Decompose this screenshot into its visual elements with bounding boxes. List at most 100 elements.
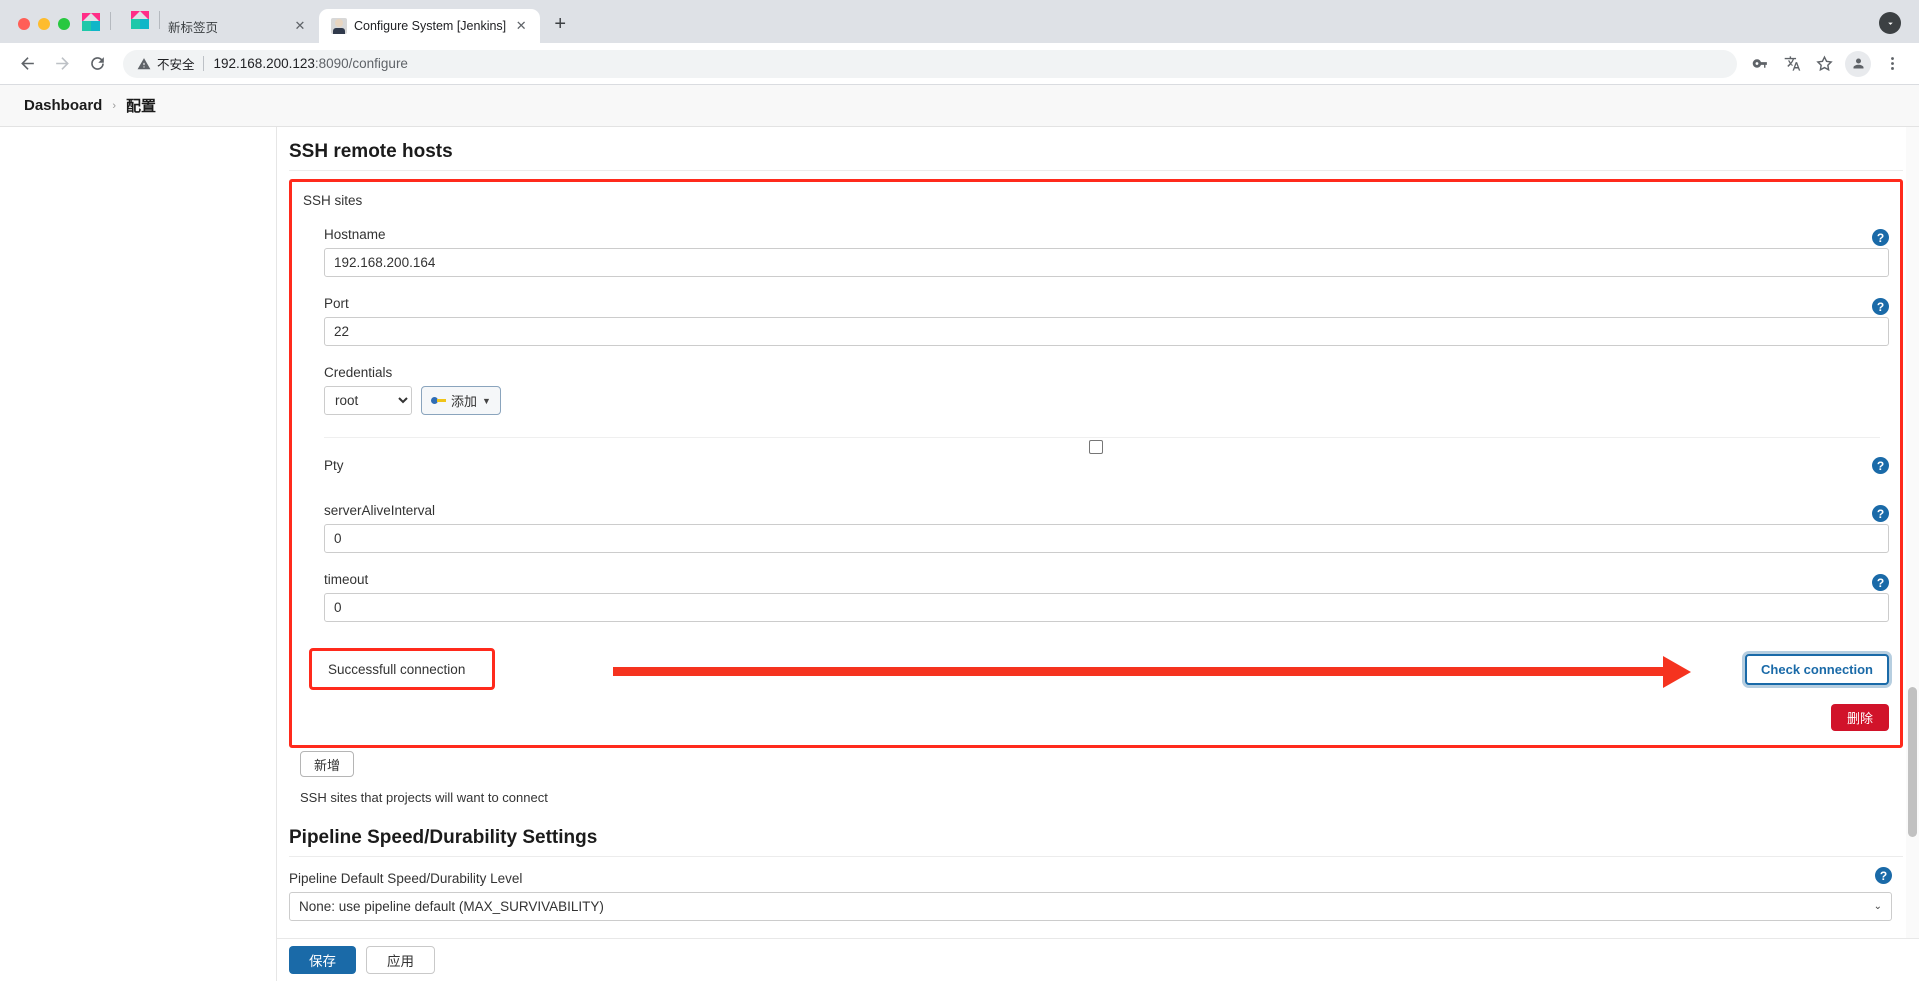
tab-divider (110, 12, 111, 30)
browser-toolbar: 不安全 192.168.200.123:8090/configure (0, 43, 1919, 85)
form-action-bar: 保存 应用 (277, 938, 1919, 981)
omnibox-divider (202, 56, 204, 71)
address-bar[interactable]: 不安全 192.168.200.123:8090/configure (123, 49, 1737, 78)
connection-check-row: Successfull connection Check connection (292, 646, 1900, 692)
profile-badge-icon[interactable] (1879, 12, 1901, 34)
breadcrumb-item-configure[interactable]: 配置 (126, 95, 156, 116)
jenkins-page: Dashboard › 配置 SSH remote hosts SSH site… (0, 85, 1919, 981)
forward-button[interactable] (47, 49, 77, 79)
ssh-sites-annotation-box: SSH sites Hostname ? Port ? (289, 179, 1903, 748)
add-site-row: 新增 (289, 751, 1903, 777)
port-field-group: Port ? (292, 296, 1900, 346)
hostname-field-group: Hostname ? (292, 227, 1900, 277)
timeout-input[interactable] (324, 593, 1889, 622)
close-window-button[interactable] (18, 18, 30, 30)
chevron-down-icon: ▼ (482, 395, 491, 406)
credentials-field-group: Credentials root 添加 ▼ (292, 365, 1900, 415)
delete-ssh-site-button[interactable]: 删除 (1830, 704, 1889, 731)
sidebar (0, 127, 277, 981)
port-help-icon[interactable]: ? (1872, 298, 1889, 315)
port-label: Port (324, 296, 349, 311)
close-icon[interactable]: ✕ (512, 17, 530, 35)
annotation-arrow (501, 648, 1739, 690)
close-icon[interactable]: ✕ (291, 17, 309, 35)
pipeline-level-select[interactable]: None: use pipeline default (MAX_SURVIVAB… (289, 892, 1892, 921)
arrow-left-icon (20, 57, 34, 70)
minimize-window-button[interactable] (38, 18, 50, 30)
connection-result-box: Successfull connection (309, 648, 495, 690)
page-content: SSH remote hosts SSH sites Hostname ? Po… (0, 127, 1919, 981)
tab-title: 新标签页 (168, 20, 219, 35)
url-path: :8090/configure (314, 56, 408, 71)
pipeline-level-label: Pipeline Default Speed/Durability Level (289, 871, 523, 886)
scrollbar-thumb[interactable] (1908, 687, 1917, 837)
timeout-label: timeout (324, 572, 369, 587)
browser-tabstrip: 新标签页 ✕ Configure System [Jenkins] ✕ + (0, 0, 1919, 43)
server-alive-interval-help-icon[interactable]: ? (1872, 505, 1889, 522)
pty-help-icon[interactable]: ? (1872, 457, 1889, 474)
server-alive-interval-label: serverAliveInterval (324, 503, 436, 518)
chevron-down-icon: ⌄ (1873, 901, 1882, 912)
new-tab-button[interactable]: + (546, 10, 574, 38)
jenkins-icon (331, 18, 347, 34)
more-menu-icon[interactable] (1877, 49, 1907, 79)
page-scrollbar[interactable] (1906, 127, 1919, 981)
browser-tab-new[interactable]: 新标签页 ✕ (119, 9, 319, 43)
save-button[interactable]: 保存 (289, 946, 356, 974)
kite-icon (131, 11, 149, 29)
add-credentials-button[interactable]: 添加 ▼ (421, 386, 501, 415)
translate-icon[interactable] (1777, 49, 1807, 79)
arrow-head-icon (1663, 656, 1692, 688)
tab-title: Configure System [Jenkins] (354, 19, 507, 33)
key-icon (431, 396, 446, 405)
config-main-panel: SSH remote hosts SSH sites Hostname ? Po… (277, 127, 1919, 981)
not-secure-label: 不安全 (157, 58, 195, 72)
credentials-label: Credentials (324, 365, 393, 380)
kite-icon (82, 13, 100, 31)
browser-window: 新标签页 ✕ Configure System [Jenkins] ✕ + 不安 (0, 0, 1919, 981)
back-button[interactable] (12, 49, 42, 79)
profile-avatar-icon[interactable] (1845, 50, 1871, 77)
key-icon[interactable] (1745, 49, 1775, 79)
pipeline-level-value: None: use pipeline default (MAX_SURVIVAB… (299, 899, 604, 914)
bookmark-star-icon[interactable] (1809, 49, 1839, 79)
not-secure-warning-icon (137, 57, 151, 71)
window-traffic-lights (10, 18, 82, 43)
connection-result-text: Successfull connection (328, 661, 466, 677)
pty-checkbox[interactable] (1089, 440, 1103, 454)
timeout-help-icon[interactable]: ? (1872, 574, 1889, 591)
tab-divider (159, 10, 160, 29)
server-alive-interval-field-group: serverAliveInterval ? (292, 503, 1900, 553)
apply-button[interactable]: 应用 (366, 946, 435, 974)
add-credentials-label: 添加 (451, 394, 478, 409)
ssh-sites-help-text: SSH sites that projects will want to con… (300, 790, 548, 805)
add-ssh-site-button[interactable]: 新增 (300, 751, 355, 777)
hostname-input[interactable] (324, 248, 1889, 277)
chevron-down-icon (1887, 22, 1893, 25)
pipeline-level-field-group: Pipeline Default Speed/Durability Level … (289, 867, 1903, 921)
pipeline-section-title: Pipeline Speed/Durability Settings (289, 827, 1903, 857)
page-title: SSH remote hosts (289, 141, 1903, 171)
reload-button[interactable] (82, 49, 112, 79)
browser-tab-jenkins[interactable]: Configure System [Jenkins] ✕ (319, 9, 541, 43)
arrow-shaft (613, 667, 1666, 676)
breadcrumb: Dashboard › 配置 (0, 85, 1919, 127)
check-connection-button[interactable]: Check connection (1745, 653, 1889, 685)
address-bar-url: 192.168.200.123:8090/configure (214, 56, 408, 71)
arrow-right-icon (55, 57, 69, 70)
breadcrumb-separator-icon: › (112, 99, 117, 112)
timeout-field-group: timeout ? (292, 572, 1900, 622)
ssh-sites-label: SSH sites (303, 193, 363, 208)
maximize-window-button[interactable] (58, 18, 70, 30)
credentials-row: root 添加 ▼ (324, 386, 1889, 415)
pty-field-group: Pty ? (292, 438, 1900, 484)
reload-icon (90, 57, 104, 70)
hostname-label: Hostname (324, 227, 386, 242)
hostname-help-icon[interactable]: ? (1872, 229, 1889, 246)
server-alive-interval-input[interactable] (324, 524, 1889, 553)
credentials-select[interactable]: root (324, 386, 412, 415)
breadcrumb-item-dashboard[interactable]: Dashboard (24, 97, 102, 114)
port-input[interactable] (324, 317, 1889, 346)
toolbar-icon-group (1745, 49, 1907, 79)
pipeline-level-help-icon[interactable]: ? (1875, 867, 1892, 884)
